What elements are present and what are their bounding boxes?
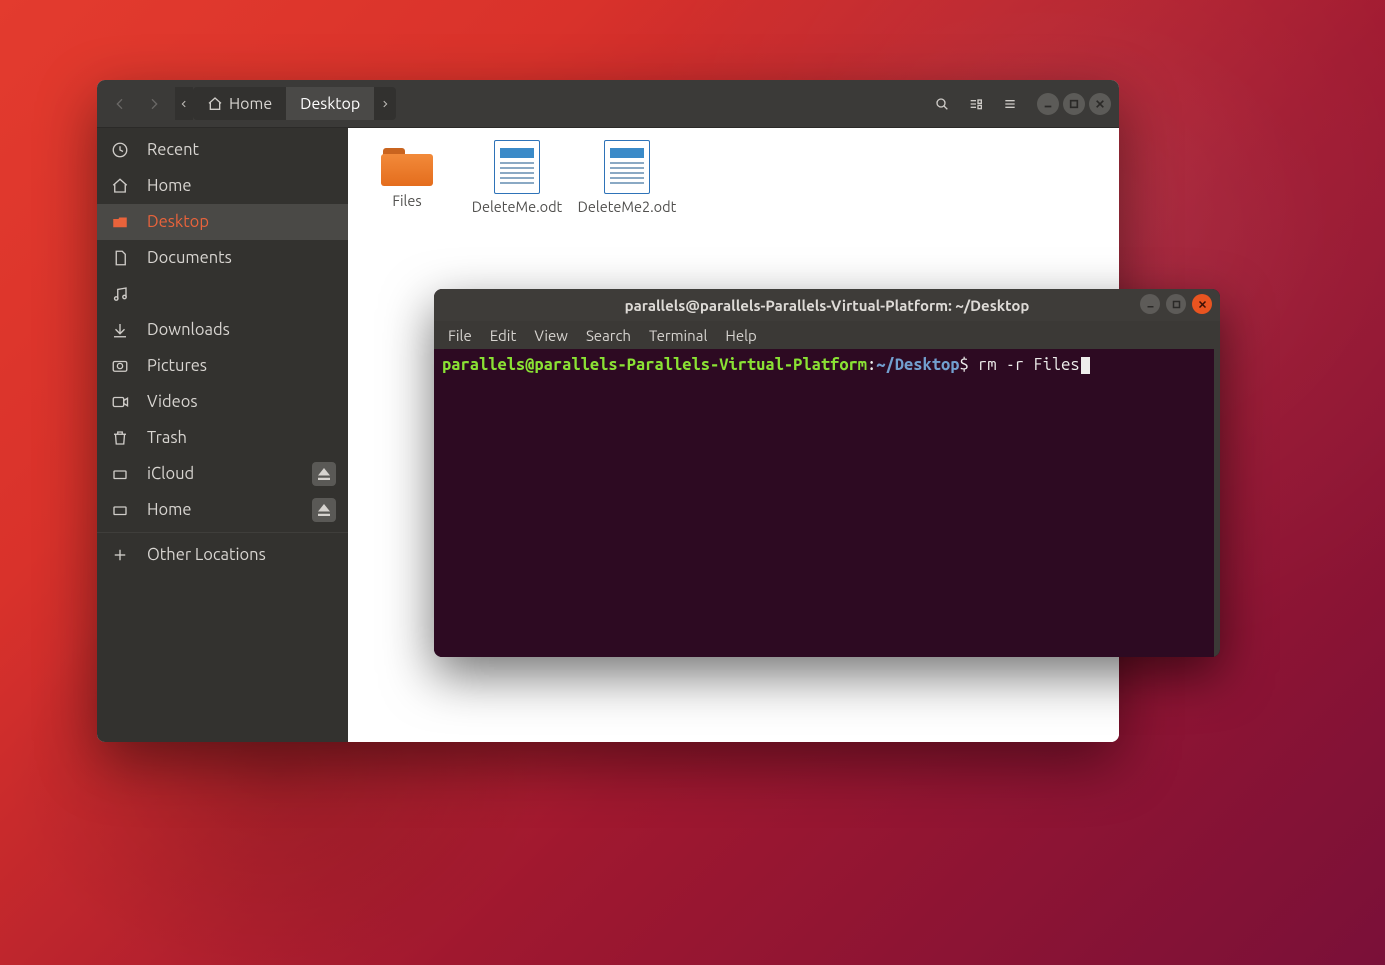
terminal-window-controls	[1140, 294, 1212, 314]
sidebar-item-icloud[interactable]: iCloud	[97, 456, 348, 492]
sidebar-item-home[interactable]: Home	[97, 168, 348, 204]
folder-icon	[381, 146, 433, 186]
sidebar-item-desktop[interactable]: Desktop	[97, 204, 348, 240]
eject-icloud-button[interactable]	[312, 462, 336, 486]
terminal-titlebar[interactable]: parallels@parallels-Parallels-Virtual-Pl…	[434, 289, 1220, 321]
sidebar-label: iCloud	[147, 465, 194, 483]
eject-home-button[interactable]	[312, 498, 336, 522]
path-bar: Home Desktop	[175, 87, 396, 120]
prompt-separator: :	[867, 356, 876, 374]
sidebar-item-videos[interactable]: Videos	[97, 384, 348, 420]
terminal-window: parallels@parallels-Parallels-Virtual-Pl…	[434, 289, 1220, 657]
terminal-cursor	[1081, 357, 1090, 374]
path-segment-desktop[interactable]: Desktop	[286, 87, 374, 120]
sidebar-item-music[interactable]	[97, 276, 348, 312]
file-item-label: Files	[392, 192, 421, 210]
menu-edit[interactable]: Edit	[490, 327, 517, 344]
prompt-user-host: parallels@parallels-Parallels-Virtual-Pl…	[442, 356, 867, 374]
sidebar-label: Home	[147, 177, 192, 195]
sidebar-label: Documents	[147, 249, 232, 267]
sidebar-item-other-locations[interactable]: Other Locations	[97, 537, 348, 573]
sidebar-item-documents[interactable]: Documents	[97, 240, 348, 276]
document-icon	[494, 140, 540, 194]
desktop-wallpaper: Home Desktop	[0, 0, 1385, 965]
prompt-symbol: $	[959, 356, 968, 374]
path-home-label: Home	[229, 95, 272, 113]
terminal-minimize-button[interactable]	[1140, 294, 1160, 314]
menu-file[interactable]: File	[448, 327, 472, 344]
terminal-title: parallels@parallels-Parallels-Virtual-Pl…	[625, 297, 1030, 314]
file-item-document[interactable]: DeleteMe2.odt	[584, 140, 670, 216]
sidebar-label: Recent	[147, 141, 199, 159]
window-controls	[1037, 93, 1111, 115]
terminal-body[interactable]: parallels@parallels-Parallels-Virtual-Pl…	[434, 349, 1220, 657]
sidebar-separator	[97, 532, 348, 533]
path-prev-button[interactable]	[175, 87, 193, 120]
hamburger-menu-button[interactable]	[995, 89, 1025, 119]
window-minimize-button[interactable]	[1037, 93, 1059, 115]
file-item-folder[interactable]: Files	[364, 140, 450, 210]
sidebar-label: Pictures	[147, 357, 207, 375]
path-next-button[interactable]	[374, 87, 396, 120]
menu-search[interactable]: Search	[586, 327, 631, 344]
menu-view[interactable]: View	[534, 327, 568, 344]
window-maximize-button[interactable]	[1063, 93, 1085, 115]
sidebar-label: Videos	[147, 393, 198, 411]
path-desktop-label: Desktop	[300, 95, 360, 113]
menu-terminal[interactable]: Terminal	[649, 327, 707, 344]
terminal-command: rm -r Files	[978, 356, 1080, 374]
sidebar-item-downloads[interactable]: Downloads	[97, 312, 348, 348]
search-button[interactable]	[927, 89, 957, 119]
terminal-menubar: File Edit View Search Terminal Help	[434, 321, 1220, 349]
terminal-close-button[interactable]	[1192, 294, 1212, 314]
file-manager-sidebar: Recent Home Desktop Documents	[97, 128, 348, 742]
window-close-button[interactable]	[1089, 93, 1111, 115]
path-segment-home[interactable]: Home	[193, 87, 286, 120]
sidebar-label: Home	[147, 501, 192, 519]
sidebar-item-home-drive[interactable]: Home	[97, 492, 348, 528]
view-mode-button[interactable]	[961, 89, 991, 119]
file-manager-headerbar: Home Desktop	[97, 80, 1119, 128]
document-icon	[604, 140, 650, 194]
menu-help[interactable]: Help	[725, 327, 756, 344]
prompt-path: ~/Desktop	[876, 356, 959, 374]
nav-back-button[interactable]	[105, 89, 135, 119]
nav-forward-button[interactable]	[139, 89, 169, 119]
sidebar-item-trash[interactable]: Trash	[97, 420, 348, 456]
file-item-label: DeleteMe2.odt	[578, 198, 677, 216]
terminal-maximize-button[interactable]	[1166, 294, 1186, 314]
file-item-document[interactable]: DeleteMe.odt	[474, 140, 560, 216]
sidebar-label: Desktop	[147, 213, 209, 231]
sidebar-item-pictures[interactable]: Pictures	[97, 348, 348, 384]
sidebar-label: Downloads	[147, 321, 230, 339]
sidebar-item-recent[interactable]: Recent	[97, 132, 348, 168]
sidebar-label: Trash	[147, 429, 187, 447]
sidebar-label: Other Locations	[147, 546, 266, 564]
file-item-label: DeleteMe.odt	[472, 198, 563, 216]
